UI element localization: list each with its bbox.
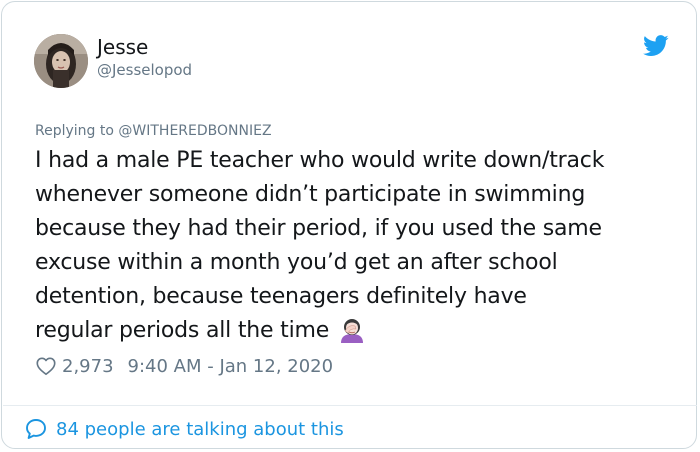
tweet-line: detention, because teenagers definitely … <box>35 284 527 309</box>
tweet-line-last: regular periods all the time <box>35 314 685 348</box>
talking-about-text[interactable]: 84 people are talking about this <box>56 419 344 440</box>
reply-handle-link[interactable]: @WITHEREDBONNIEZ <box>118 123 271 139</box>
replying-to-label: Replying to <box>35 123 119 139</box>
heart-icon[interactable] <box>35 355 57 377</box>
avatar[interactable] <box>34 34 88 88</box>
tweet-text: I had a male PE teacher who would write … <box>35 144 685 348</box>
tweet-card: Jesse @Jesselopod Replying to @WITHEREDB… <box>1 1 697 449</box>
tweet-line-text: regular periods all the time <box>35 318 330 343</box>
like-count[interactable]: 2,973 <box>62 356 114 377</box>
tweet-line: because they had their period, if you us… <box>35 216 602 241</box>
woman-facepalming-emoji <box>341 319 364 343</box>
display-name[interactable]: Jesse <box>97 35 148 59</box>
twitter-bird-icon[interactable] <box>643 35 669 57</box>
avatar-photo <box>34 34 88 88</box>
replying-to: Replying to @WITHEREDBONNIEZ <box>35 122 272 140</box>
tweet-line: whenever someone didn’t participate in s… <box>35 182 586 207</box>
tweet-timestamp[interactable]: 9:40 AM - Jan 12, 2020 <box>128 356 334 377</box>
speech-bubble-icon <box>26 419 46 439</box>
divider <box>3 405 697 406</box>
tweet-meta: 2,973 9:40 AM - Jan 12, 2020 <box>35 354 333 378</box>
tweet-line: excuse within a month you’d get an after… <box>35 250 558 275</box>
tweet-line: I had a male PE teacher who would write … <box>35 148 605 173</box>
user-handle[interactable]: @Jesselopod <box>97 60 192 80</box>
conversation-link[interactable]: 84 people are talking about this <box>24 416 344 442</box>
